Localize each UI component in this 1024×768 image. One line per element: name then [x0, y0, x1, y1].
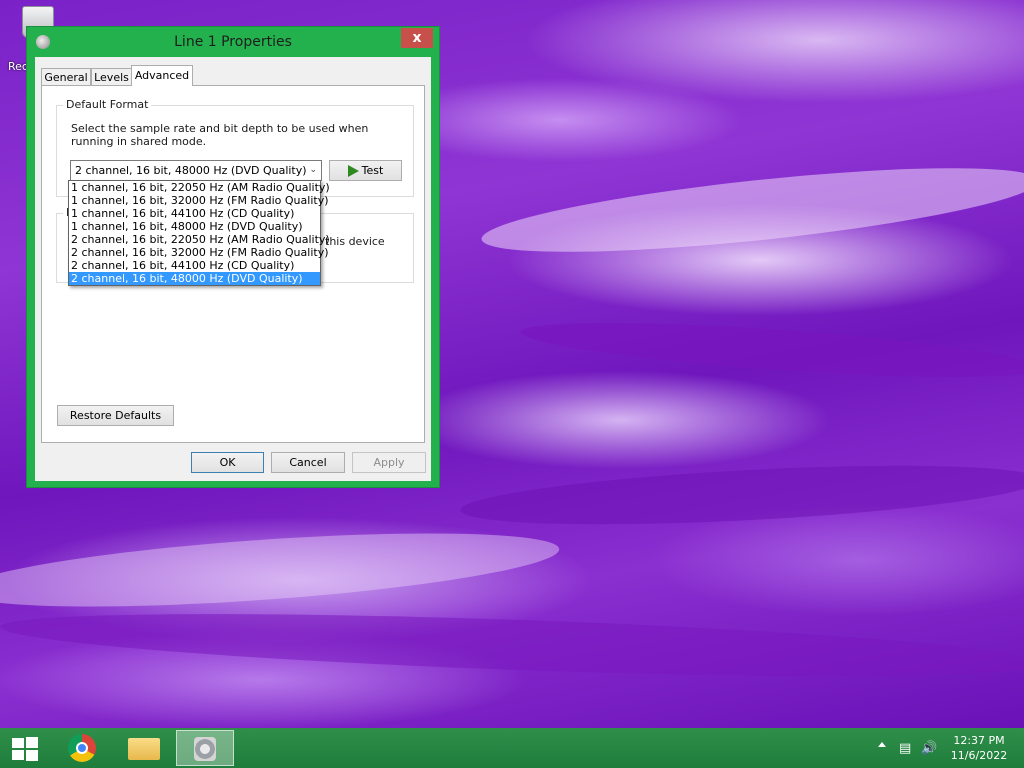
- clock-time: 12:37 PM: [953, 734, 1005, 747]
- taskbar-chrome[interactable]: [54, 730, 110, 766]
- windows-logo-icon: [12, 738, 24, 748]
- clock-date: 11/6/2022: [950, 749, 1008, 762]
- sample-format-selected: 2 channel, 16 bit, 48000 Hz (DVD Quality…: [75, 164, 307, 177]
- sample-format-dropdown-list: 1 channel, 16 bit, 22050 Hz (AM Radio Qu…: [68, 180, 330, 286]
- wallpaper-band: [459, 454, 1024, 536]
- taskbar: ▤ 🔊 12:37 PM 11/6/2022: [0, 728, 1024, 768]
- play-icon: [347, 165, 359, 177]
- windows-logo-icon: [26, 737, 38, 748]
- format-option[interactable]: 1 channel, 16 bit, 44100 Hz (CD Quality): [69, 207, 320, 220]
- sample-format-combobox[interactable]: 2 channel, 16 bit, 48000 Hz (DVD Quality…: [70, 160, 322, 181]
- default-format-description: Select the sample rate and bit depth to …: [71, 122, 369, 148]
- default-format-title: Default Format: [63, 98, 152, 111]
- windows-logo-icon: [12, 750, 24, 760]
- close-button[interactable]: x: [401, 28, 433, 48]
- tab-advanced[interactable]: Advanced: [131, 65, 193, 86]
- wallpaper-band: [0, 519, 562, 621]
- ok-button[interactable]: OK: [191, 452, 264, 473]
- chrome-icon: [68, 734, 96, 762]
- window-title: Line 1 Properties: [174, 34, 292, 50]
- taskbar-file-explorer[interactable]: [116, 730, 172, 766]
- wallpaper-band: [519, 311, 1024, 389]
- exclusive-mode-text: this device: [325, 235, 385, 248]
- cancel-button[interactable]: Cancel: [271, 452, 345, 473]
- format-option[interactable]: 1 channel, 16 bit, 48000 Hz (DVD Quality…: [69, 220, 320, 233]
- recycle-bin-label: Rec: [8, 60, 28, 73]
- taskbar-sound-settings[interactable]: [176, 730, 234, 766]
- start-button[interactable]: [8, 736, 38, 761]
- format-option[interactable]: 2 channel, 16 bit, 32000 Hz (FM Radio Qu…: [69, 246, 329, 259]
- network-icon[interactable]: ▤: [899, 741, 911, 756]
- system-clock[interactable]: 12:37 PM 11/6/2022: [944, 733, 1014, 763]
- windows-logo-icon: [26, 750, 38, 761]
- format-option[interactable]: 2 channel, 16 bit, 22050 Hz (AM Radio Qu…: [69, 233, 330, 246]
- chevron-down-icon: ⌄: [309, 165, 317, 175]
- folder-icon: [128, 738, 160, 760]
- wallpaper-band: [0, 601, 1024, 689]
- format-option[interactable]: 2 channel, 16 bit, 44100 Hz (CD Quality): [69, 259, 320, 272]
- tab-general[interactable]: General: [41, 68, 91, 85]
- title-bar[interactable]: Line 1 Properties x: [27, 27, 439, 57]
- apply-button[interactable]: Apply: [352, 452, 426, 473]
- format-option[interactable]: 1 channel, 16 bit, 22050 Hz (AM Radio Qu…: [69, 181, 330, 194]
- speaker-icon: [194, 737, 216, 761]
- restore-defaults-button[interactable]: Restore Defaults: [57, 405, 174, 426]
- wallpaper-band: [478, 150, 1024, 270]
- test-button[interactable]: Test: [329, 160, 402, 181]
- tab-levels[interactable]: Levels: [91, 68, 132, 85]
- volume-icon[interactable]: 🔊: [921, 741, 937, 756]
- format-option[interactable]: 1 channel, 16 bit, 32000 Hz (FM Radio Qu…: [69, 194, 329, 207]
- show-hidden-icons-icon[interactable]: [878, 742, 886, 747]
- format-option-selected[interactable]: 2 channel, 16 bit, 48000 Hz (DVD Quality…: [69, 272, 320, 285]
- test-button-label: Test: [361, 164, 384, 177]
